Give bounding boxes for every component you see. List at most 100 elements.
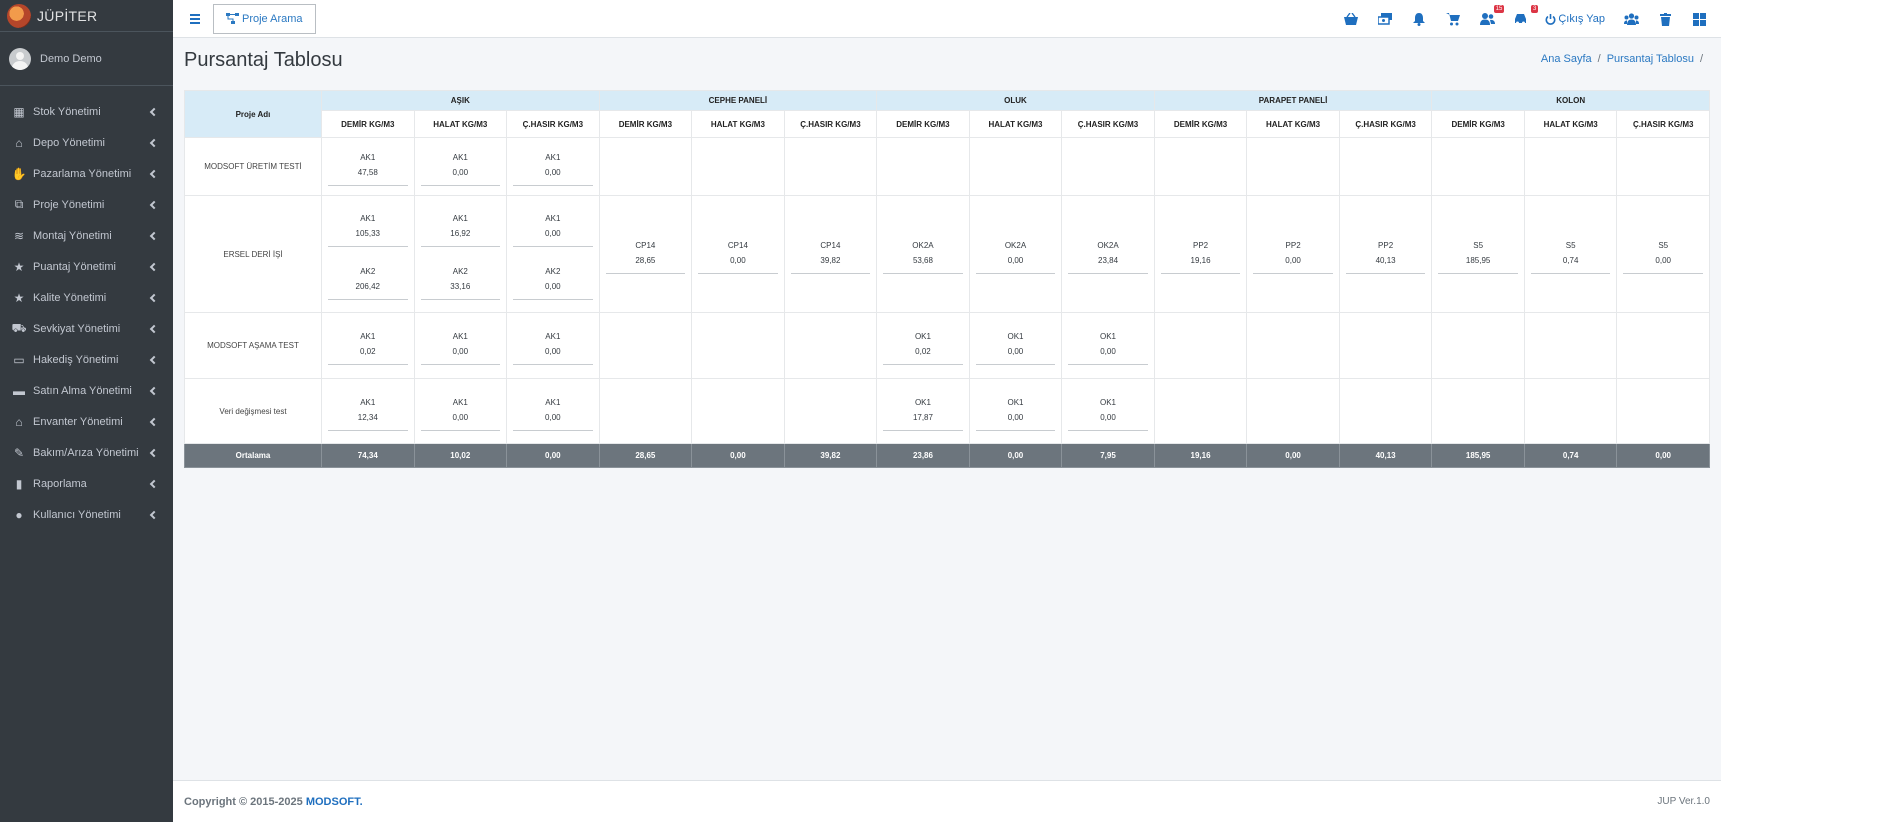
value-cell: AK1 0,00 [506,378,600,444]
cars-badge: 3 [1530,5,1539,13]
footer-brand-link[interactable]: MODSOFT. [306,796,363,808]
cell-entry: CP14 0,00 [698,235,778,274]
brand-link[interactable]: JÜPİTER [0,0,173,32]
power-icon [1545,13,1556,25]
sidebar-item-3[interactable]: ⧉ Proje Yönetimi [0,189,173,220]
entry-value: 0,00 [545,229,561,238]
average-value: 0,00 [1246,443,1340,468]
bell-icon[interactable] [1411,11,1427,27]
money-bills-icon[interactable] [1377,11,1393,27]
average-label: Ortalama [184,443,322,468]
value-cell [1523,378,1618,444]
pursantaj-table: Proje Adı AŞIK CEPHE PANELİ OLUK PARAPET PAN… [184,90,1710,468]
value-cell [783,137,878,196]
sidebar-item-11[interactable]: ✎ Bakım/Arıza Yönetimi [0,437,173,468]
entry-value: 0,02 [915,347,931,356]
sidebar-item-0[interactable]: ▦ Stok Yönetimi [0,96,173,127]
value-cell [598,378,693,444]
value-cell [1523,312,1618,379]
group-header: CEPHE PANELİ [598,90,878,111]
value-cell: OK2A 0,00 [968,195,1063,313]
entry-code: AK2 [545,267,561,276]
sidebar-item-label: Kalite Yönetimi [33,291,107,304]
entry-code: CP14 [727,240,748,250]
user-friends-icon[interactable]: 15 [1479,5,1505,27]
brand-name: JÜPİTER [37,7,98,24]
sidebar-item-8[interactable]: ▭ Hakediş Yönetimi [0,344,173,375]
cell-entry: AK1 12,34 [328,392,408,431]
cart-icon[interactable] [1445,11,1461,27]
value-cell [691,378,785,444]
basket-icon[interactable] [1343,11,1359,27]
chevron-left-icon [149,510,159,519]
sidebar-item-7[interactable]: ⛟ Sevkiyat Yönetimi [0,313,173,344]
project-search-button[interactable]: Proje Arama [213,3,316,34]
copyright-text: Copyright © 2015-2025 [184,795,303,808]
entry-code: PP2 [1285,240,1301,250]
users-cog-icon[interactable] [1623,11,1639,27]
average-row: Ortalama 74,34 10,02 0,00 28,65 0,00 39,82 23,8… [184,443,1710,468]
project-name-cell: Veri değişmesi test [184,378,322,444]
menu-toggle-icon[interactable] [190,13,200,24]
table-row: MODSOFT AŞAMA TEST AK1 0,02 AK1 0,00 AK1 0,00 O… [184,312,1710,379]
entry-code: PP2 [1378,240,1394,250]
value-cell: CP14 28,65 [598,195,693,313]
entry-code: AK1 [452,153,468,162]
chevron-left-icon [149,107,159,116]
entry-code: AK1 [452,397,468,407]
logout-link[interactable]: Çıkış Yap [1545,13,1605,25]
value-cell: OK2A 23,84 [1061,195,1155,313]
value-cell [1338,137,1433,196]
cell-entry: OK1 17,87 [883,392,963,431]
average-value: 28,65 [598,443,693,468]
value-cell [783,378,878,444]
sidebar-item-13[interactable]: ● Kullanıcı Yönetimi [0,499,173,530]
breadcrumb-home[interactable]: Ana Sayfa [1541,53,1592,65]
average-value: 39,82 [783,443,878,468]
project-name-cell: MODSOFT ÜRETİM TESTİ [184,137,322,196]
breadcrumb-separator: / [1699,53,1703,65]
breadcrumb: Ana Sayfa / Pursantaj Tablosu / [1541,53,1709,65]
value-cell: PP2 40,13 [1338,195,1433,313]
sidebar-item-1[interactable]: ⌂ Depo Yönetimi [0,127,173,158]
sidebar-item-label: Hakediş Yönetimi [33,353,119,366]
cell-entry: AK1 105,33 [328,208,408,247]
entry-code: AK2 [360,267,376,276]
chevron-left-icon [149,138,159,147]
average-value: 0,74 [1523,443,1618,468]
entry-value: 0,02 [359,347,376,356]
value-cell [1061,137,1155,196]
copyright: Copyright © 2015-2025 MODSOFT. [184,796,363,808]
entry-value: 0,00 [1007,347,1024,356]
cell-entry: PP2 0,00 [1253,235,1333,274]
sub-header: Ç.HASIR KG/M3 [783,110,878,138]
entry-code: AK1 [545,153,561,162]
sidebar-item-2[interactable]: ✋ Pazarlama Yönetimi [0,158,173,189]
sidebar-item-label: Raporlama [33,477,87,490]
entry-code: OK1 [1007,332,1024,341]
value-cell [1431,312,1525,379]
trash-icon[interactable] [1657,11,1673,27]
chevron-left-icon [149,448,159,457]
project-search-label: Proje Arama [242,12,303,25]
sidebar-item-9[interactable]: ▬ Satın Alma Yönetimi [0,375,173,406]
project-diagram-icon [226,13,239,24]
grid-icon[interactable] [1691,11,1707,27]
sidebar-item-label: Kullanıcı Yönetimi [33,508,121,521]
sidebar-item-6[interactable]: ★ Kalite Yönetimi [0,282,173,313]
breadcrumb-current[interactable]: Pursantaj Tablosu [1607,53,1694,65]
sidebar-item-4[interactable]: ≋ Montaj Yönetimi [0,220,173,251]
cell-entry: AK2 206,42 [328,261,408,300]
cars-icon[interactable]: 3 [1513,5,1539,27]
value-cell [691,137,785,196]
value-cell: AK1 0,00 [413,312,508,379]
value-cell [1153,137,1248,196]
value-cell: CP14 39,82 [783,195,878,313]
sidebar-item-10[interactable]: ⌂ Envanter Yönetimi [0,406,173,437]
sidebar-item-12[interactable]: ▮ Raporlama [0,468,173,499]
value-cell: OK1 0,00 [968,378,1063,444]
user-panel[interactable]: Demo Demo [0,32,173,86]
wallet-icon: ▬ [13,383,25,398]
sidebar-item-5[interactable]: ★ Puantaj Yönetimi [0,251,173,282]
value-cell: S5 185,95 [1431,195,1525,313]
